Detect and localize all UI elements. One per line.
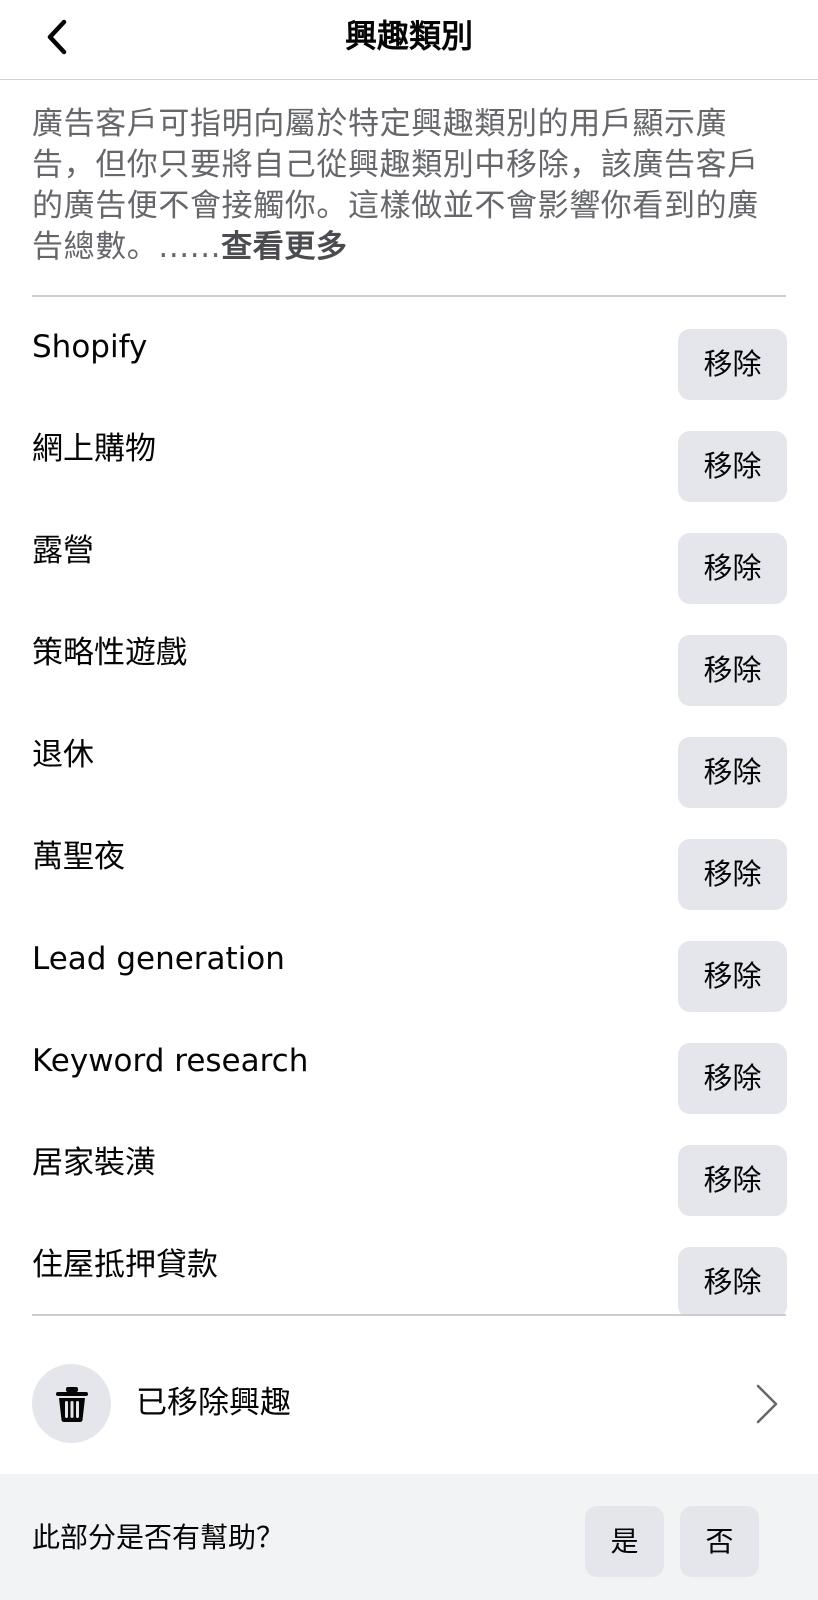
no-button[interactable]: 否 bbox=[680, 1506, 759, 1577]
interest-list[interactable]: Shopify 移除 網上購物 移除 露營 移除 策略性遊戲 移除 退休 移除 … bbox=[0, 297, 818, 1315]
interest-label: 露營 bbox=[32, 533, 94, 569]
see-more-link[interactable]: 查看更多 bbox=[221, 229, 347, 265]
interest-label: 住屋抵押貸款 bbox=[32, 1247, 218, 1283]
interest-row: 網上購物 移除 bbox=[0, 399, 818, 502]
feedback-section: 此部分是否有幫助？ 是 否 bbox=[0, 1474, 818, 1600]
interest-row: 居家裝潢 移除 bbox=[0, 1113, 818, 1216]
interest-row: 萬聖夜 移除 bbox=[0, 807, 818, 910]
trash-icon-container bbox=[32, 1364, 111, 1443]
interest-row: 策略性遊戲 移除 bbox=[0, 603, 818, 706]
interest-label: Keyword research bbox=[32, 1043, 309, 1079]
interest-row: 住屋抵押貸款 移除 bbox=[0, 1215, 818, 1315]
remove-button[interactable]: 移除 bbox=[678, 941, 787, 1012]
interest-row: Keyword research 移除 bbox=[0, 1011, 818, 1114]
remove-button[interactable]: 移除 bbox=[678, 1145, 787, 1216]
interest-label: 網上購物 bbox=[32, 431, 156, 467]
removed-interests-link[interactable]: 已移除興趣 bbox=[0, 1316, 818, 1474]
interest-label: 退休 bbox=[32, 737, 94, 773]
interest-row: Lead generation 移除 bbox=[0, 909, 818, 1012]
trash-icon bbox=[55, 1386, 88, 1422]
remove-button[interactable]: 移除 bbox=[678, 737, 787, 808]
interest-label: 策略性遊戲 bbox=[32, 635, 187, 671]
top-navigation-bar: 興趣類別 bbox=[0, 0, 818, 80]
feedback-question: 此部分是否有幫助？ bbox=[32, 1521, 285, 1554]
description-text: 廣告客戶可指明向屬於特定興趣類別的用戶顯示廣告，但你只要將自己從興趣類別中移除，… bbox=[32, 106, 759, 265]
remove-button[interactable]: 移除 bbox=[678, 839, 787, 910]
yes-button[interactable]: 是 bbox=[585, 1506, 664, 1577]
remove-button[interactable]: 移除 bbox=[678, 329, 787, 400]
page-title: 興趣類別 bbox=[344, 17, 473, 55]
interest-row: Shopify 移除 bbox=[0, 297, 818, 400]
interest-row: 退休 移除 bbox=[0, 705, 818, 808]
interest-label: 居家裝潢 bbox=[32, 1145, 156, 1181]
chevron-right-icon bbox=[756, 1384, 778, 1424]
interests-description: 廣告客戶可指明向屬於特定興趣類別的用戶顯示廣告，但你只要將自己從興趣類別中移除，… bbox=[32, 104, 786, 268]
remove-button[interactable]: 移除 bbox=[678, 533, 787, 604]
remove-button[interactable]: 移除 bbox=[678, 1247, 787, 1315]
remove-button[interactable]: 移除 bbox=[678, 635, 787, 706]
remove-button[interactable]: 移除 bbox=[678, 1043, 787, 1114]
removed-interests-label: 已移除興趣 bbox=[136, 1385, 291, 1421]
interest-label: Shopify bbox=[32, 329, 148, 365]
interest-label: 萬聖夜 bbox=[32, 839, 125, 875]
interest-row: 露營 移除 bbox=[0, 501, 818, 604]
interest-label: Lead generation bbox=[32, 941, 285, 977]
remove-button[interactable]: 移除 bbox=[678, 431, 787, 502]
